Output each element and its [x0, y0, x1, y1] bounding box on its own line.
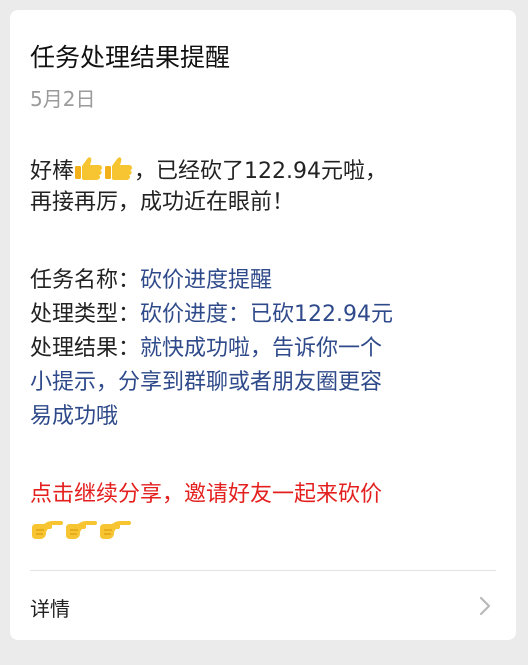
process-result-label: 处理结果：: [30, 336, 141, 361]
process-result-text-2: 小提示，分享到群聊或者朋友圈更容: [30, 370, 383, 395]
process-result-text-3: 易成功哦: [30, 404, 119, 429]
chevron-right-icon: [479, 596, 491, 616]
task-name-value: 砍价进度提醒: [140, 268, 273, 293]
task-name-label: 任务名称：: [30, 268, 141, 293]
process-result-text-1: 就快成功啦，告诉你一个: [140, 336, 383, 361]
greeting-line: 好棒 ，已经砍了122.94元啦，: [30, 155, 387, 187]
task-name-row: 任务名称：砍价进度提醒: [30, 266, 272, 296]
process-result-row: 处理结果：就快成功啦，告诉你一个: [30, 334, 382, 364]
process-type-value: 砍价进度：已砍122.94元: [140, 302, 393, 327]
pointing-right-icon: [100, 521, 131, 539]
share-cta[interactable]: 点击继续分享，邀请好友一起来砍价: [30, 480, 382, 510]
card-title: 任务处理结果提醒: [30, 43, 231, 72]
greeting-prefix: 好棒: [30, 159, 75, 184]
process-type-row: 处理类型：砍价进度：已砍122.94元: [30, 300, 393, 330]
process-type-label: 处理类型：: [30, 302, 141, 327]
details-label: 详情: [30, 597, 70, 621]
message-card: 任务处理结果提醒 5月2日 好棒 ，已经砍了122.94元啦， 再接再厉，成功近…: [10, 10, 516, 640]
pointing-right-icon: [32, 521, 63, 539]
details-row[interactable]: 详情: [10, 571, 516, 639]
thumbs-up-icon: [105, 157, 133, 180]
greeting-suffix: ，已经砍了122.94元啦，: [134, 159, 387, 184]
greeting-line-2: 再接再厉，成功近在眼前！: [30, 190, 295, 215]
pointing-emoji-row: [30, 518, 132, 548]
pointing-right-icon: [66, 521, 97, 539]
thumbs-up-icon: [75, 157, 103, 180]
card-date: 5月2日: [30, 87, 96, 111]
